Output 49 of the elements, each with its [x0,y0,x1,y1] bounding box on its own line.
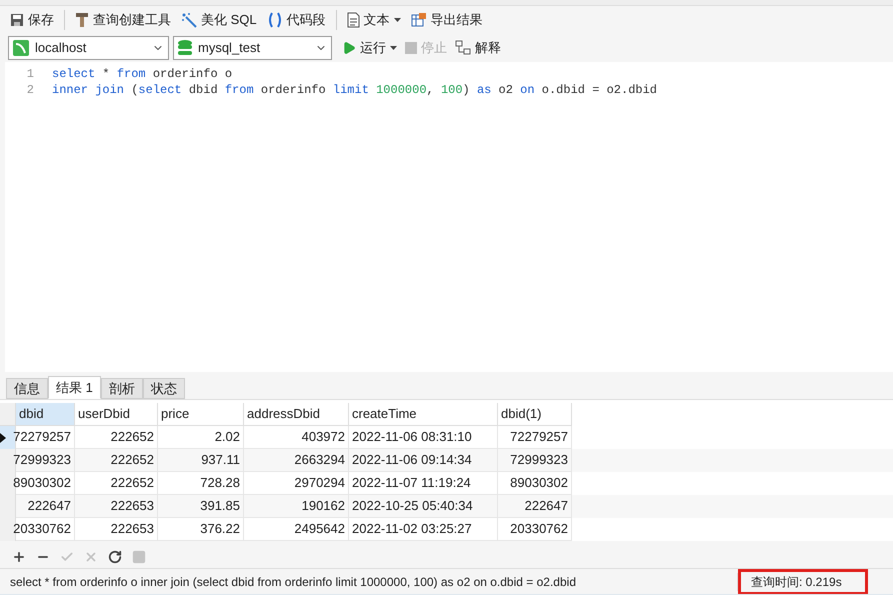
result-tab[interactable]: 信息 [6,378,48,399]
column-header[interactable]: dbid(1) [498,403,572,426]
toolbar-button[interactable]: 代码段 [266,10,326,30]
result-tab[interactable]: 状态 [142,378,185,399]
line-number: 2 [26,82,34,98]
table-export-icon [410,12,427,28]
code-line: inner join (select dbid from orderinfo limit 1000000, 100) as o2 on o.dbid = o2.dbid [52,82,657,98]
database-select[interactable]: mysql_test [173,36,332,60]
floppy-icon [10,13,24,27]
row-pointer-icon [0,432,6,442]
table-cell: 376.22 [158,518,244,541]
column-header[interactable]: dbid [16,403,75,426]
check-icon [60,550,74,564]
stop-icon [132,550,146,564]
status-sql: select * from orderinfo o inner join (select dbid from orderinfo limit 1000000, 100) as o2 on o.dbid = o2.dbid [0,572,738,590]
column-header[interactable]: createTime [349,403,498,426]
table-cell: 222653 [75,518,158,541]
connection-icon [13,40,29,56]
table-cell: 20330762 [16,518,75,541]
play-icon [342,41,356,55]
column-header[interactable]: userDbid [75,403,158,426]
toolbar-button[interactable]: 美化 SQL [181,10,257,30]
action-button[interactable]: 解释 [455,38,501,58]
table-cell: 2495642 [244,518,349,541]
result-tab[interactable]: 结果 1 [48,376,101,399]
grid-tool-button[interactable] [106,548,124,566]
column-header[interactable]: price [158,403,244,426]
toolbar-button[interactable]: 保存 [10,10,54,30]
parentheses-icon [266,12,283,28]
line-number: 1 [26,66,34,82]
toolbar-button[interactable]: 文本 [346,10,401,30]
refresh-icon [108,550,122,564]
toolbar-button[interactable]: 导出结果 [410,10,483,30]
result-tab[interactable]: 剖析 [100,378,143,399]
connection-select[interactable]: localhost [8,36,169,60]
table-cell: 20330762 [498,518,572,541]
database-icon [178,40,192,56]
plus-icon [12,550,26,564]
close-icon [84,550,98,564]
code-line: select * from orderinfo o [52,66,234,82]
stop-icon [405,42,417,54]
explain-icon [455,40,471,56]
document-icon [346,12,360,28]
magic-wand-icon [181,12,197,28]
action-button[interactable]: 运行 [342,38,397,58]
toolbar-button[interactable]: 查询创建工具 [75,10,171,30]
table-cell: 2022-11-02 03:25:27 [349,518,498,541]
hammer-icon [75,12,89,28]
column-header[interactable]: addressDbid [244,403,349,426]
